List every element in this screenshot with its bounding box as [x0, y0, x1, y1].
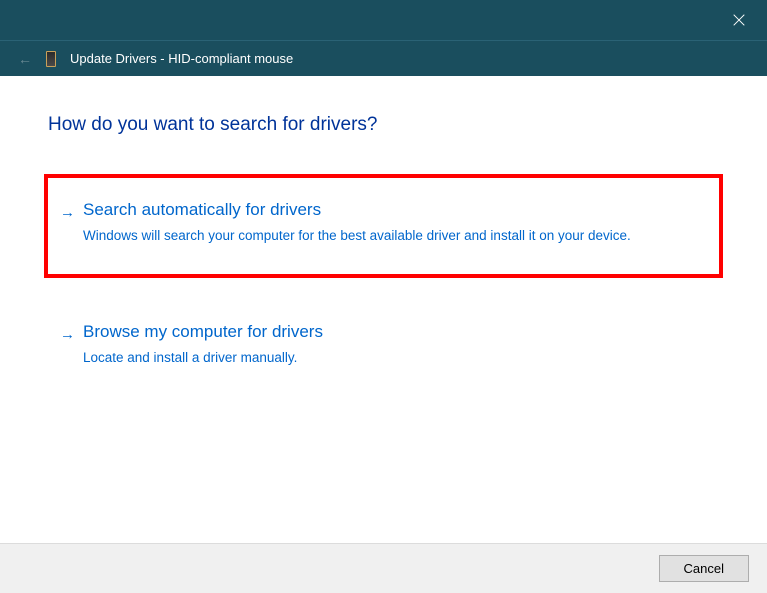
- option-browse-computer[interactable]: → Browse my computer for drivers Locate …: [48, 300, 719, 396]
- dialog-header: ← Update Drivers - HID-compliant mouse: [0, 40, 767, 76]
- arrow-right-icon: →: [60, 326, 75, 343]
- device-icon: [46, 51, 56, 67]
- option-description: Windows will search your computer for th…: [83, 226, 701, 246]
- dialog-title: Update Drivers - HID-compliant mouse: [70, 51, 293, 66]
- dialog-content: How do you want to search for drivers? →…: [0, 76, 767, 395]
- option-title: Browse my computer for drivers: [83, 322, 701, 342]
- question-heading: How do you want to search for drivers?: [48, 114, 719, 136]
- option-title: Search automatically for drivers: [83, 200, 701, 220]
- option-text: Search automatically for drivers Windows…: [83, 200, 701, 246]
- arrow-right-icon: →: [60, 204, 75, 221]
- option-text: Browse my computer for drivers Locate an…: [83, 322, 701, 368]
- dialog-footer: Cancel: [0, 543, 767, 593]
- titlebar: [0, 0, 767, 40]
- back-arrow-icon[interactable]: ←: [18, 52, 32, 66]
- close-icon[interactable]: [729, 10, 749, 30]
- option-search-automatically[interactable]: → Search automatically for drivers Windo…: [44, 174, 723, 278]
- option-description: Locate and install a driver manually.: [83, 348, 701, 368]
- cancel-button[interactable]: Cancel: [659, 555, 749, 582]
